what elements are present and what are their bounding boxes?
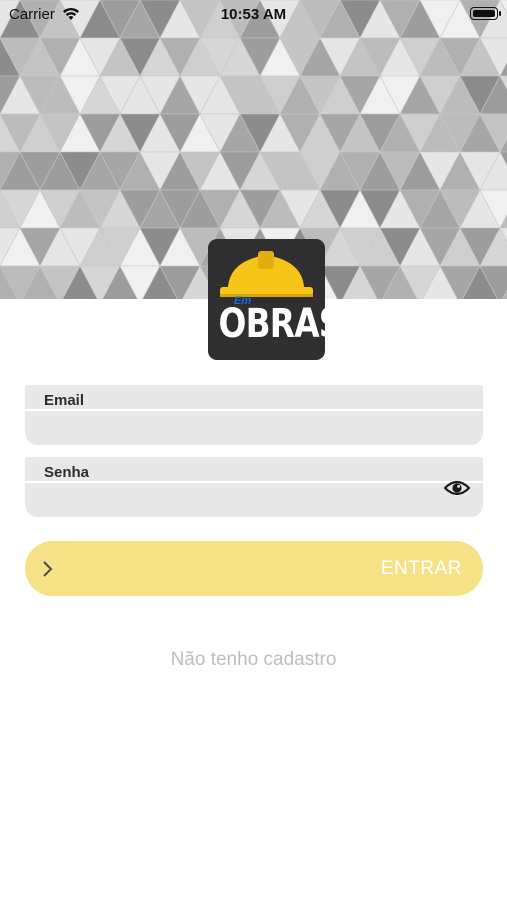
eye-icon[interactable] — [444, 479, 470, 497]
logo-text: OBRAS — [218, 301, 325, 347]
app-logo: Em OBRAS — [208, 239, 325, 360]
clock: 10:53 AM — [220, 6, 287, 23]
email-label: Email — [44, 392, 85, 409]
email-input[interactable] — [25, 411, 483, 445]
email-field[interactable]: Email — [25, 385, 483, 445]
password-field[interactable]: Senha — [25, 457, 483, 517]
battery-nub — [499, 11, 501, 16]
chevron-right-icon — [43, 561, 53, 577]
register-link[interactable]: Não tenho cadastro — [0, 649, 507, 671]
enter-button[interactable]: ENTRAR — [25, 541, 483, 596]
battery-icon — [470, 7, 498, 20]
password-label: Senha — [44, 464, 90, 481]
password-input[interactable] — [25, 483, 483, 517]
enter-button-label: ENTRAR — [380, 558, 462, 579]
status-bar: Carrier 10:53 AM — [0, 0, 507, 30]
